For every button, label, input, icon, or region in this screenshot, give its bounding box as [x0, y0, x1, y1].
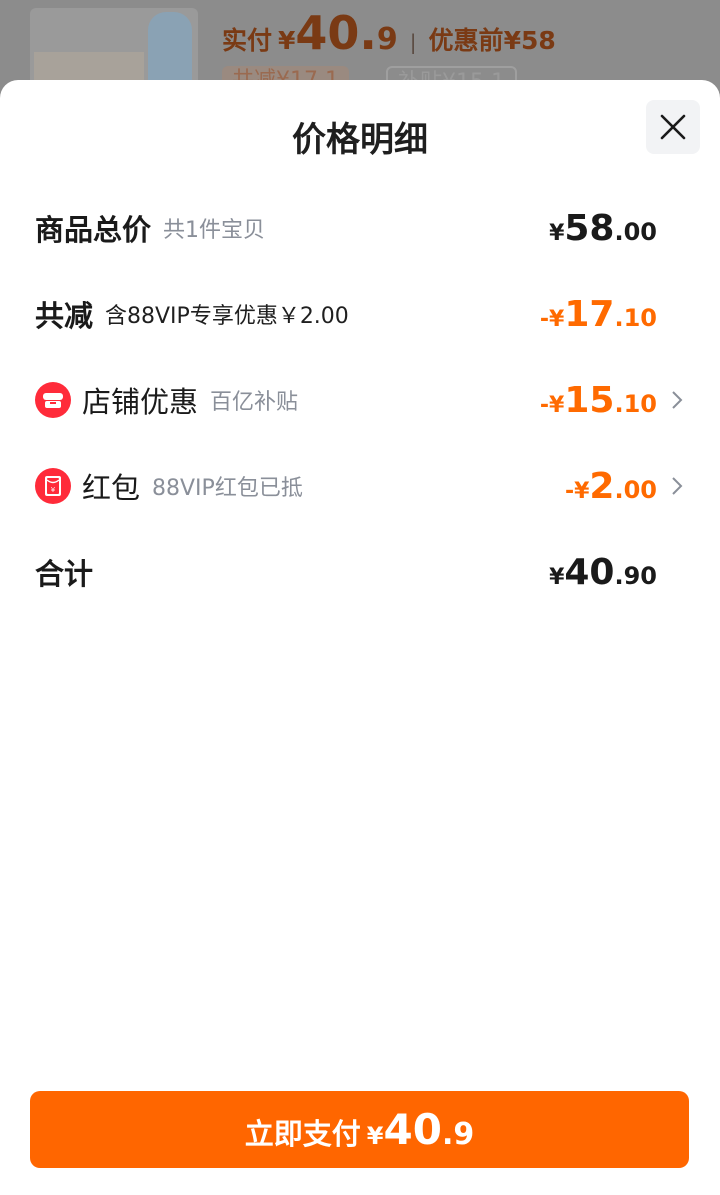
- amount-prefix: ¥: [549, 220, 565, 246]
- row-total-discount: 共减 含88VIP专享优惠￥2.00 -¥ 17 .10: [35, 284, 685, 344]
- amount-prefix: ¥: [549, 564, 565, 590]
- shop-icon: [35, 382, 71, 418]
- background-separator: |: [409, 30, 417, 54]
- pay-now-button[interactable]: 立即支付 ¥ 40 .9: [30, 1091, 689, 1168]
- background-price-row: 实付 ¥ 40. 9 | 优惠前 ¥58: [222, 6, 556, 60]
- pay-button-currency: ¥: [366, 1122, 384, 1150]
- amount-int: 17: [564, 293, 615, 335]
- row-total-goods-price: 商品总价 共1件宝贝 ¥ 58 .00: [35, 198, 685, 258]
- row-sub: 88VIP红包已抵: [152, 476, 303, 501]
- row-shop-discount[interactable]: 店铺优惠 百亿补贴 -¥ 15 .10: [35, 370, 685, 430]
- row-sub: 共1件宝贝: [163, 218, 266, 243]
- price-detail-sheet: 价格明细 商品总价 共1件宝贝 ¥ 58 .00 共减 含88VIP专享优惠￥2…: [0, 80, 720, 1195]
- background-price-dec: 9: [376, 22, 398, 57]
- amount-int: 2: [589, 465, 615, 507]
- product-thumbnail: [30, 8, 198, 88]
- background-original-price: ¥58: [503, 26, 556, 55]
- amount-dec: .10: [614, 303, 657, 332]
- row-sub: 百亿补贴: [210, 390, 299, 415]
- background-price-label: 实付: [222, 26, 273, 55]
- amount-dec: .10: [614, 389, 657, 418]
- row-label: 红包: [82, 471, 141, 505]
- row-sub: 含88VIP专享优惠￥2.00: [105, 304, 349, 329]
- background-original-label: 优惠前: [428, 26, 504, 55]
- row-amount: ¥ 40 .90: [549, 552, 657, 593]
- pay-button-dec: .9: [441, 1117, 475, 1152]
- red-packet-icon: ¥: [35, 468, 71, 504]
- svg-text:¥: ¥: [51, 486, 56, 494]
- row-amount: -¥ 17 .10: [540, 294, 657, 335]
- row-label: 商品总价: [35, 213, 152, 247]
- row-label: 店铺优惠: [82, 385, 199, 419]
- amount-int: 15: [564, 379, 615, 421]
- row-amount: ¥ 58 .00: [549, 208, 657, 249]
- row-red-packet[interactable]: ¥ 红包 88VIP红包已抵 -¥ 2 .00: [35, 456, 685, 516]
- row-label: 共减: [35, 299, 94, 333]
- pay-button-int: 40: [383, 1105, 442, 1154]
- chevron-right-icon: [672, 477, 683, 495]
- background-price-currency: ¥: [278, 26, 296, 55]
- amount-dec: .00: [614, 475, 657, 504]
- amount-prefix: -¥: [564, 478, 590, 504]
- amount-dec: .90: [614, 561, 657, 590]
- pay-button-label: 立即支付: [244, 1117, 361, 1151]
- amount-int: 40: [564, 551, 615, 593]
- row-amount: -¥ 15 .10: [540, 380, 657, 421]
- amount-int: 58: [564, 207, 615, 249]
- chevron-right-icon: [672, 391, 683, 409]
- close-icon: [660, 114, 686, 140]
- amount-prefix: -¥: [539, 306, 565, 332]
- row-grand-total: 合计 ¥ 40 .90: [35, 542, 685, 602]
- row-label: 合计: [35, 557, 94, 591]
- sheet-title: 价格明细: [292, 120, 428, 160]
- close-button[interactable]: [646, 100, 700, 154]
- amount-prefix: -¥: [539, 392, 565, 418]
- amount-dec: .00: [614, 217, 657, 246]
- row-amount: -¥ 2 .00: [565, 466, 657, 507]
- background-price-int: 40.: [295, 6, 377, 60]
